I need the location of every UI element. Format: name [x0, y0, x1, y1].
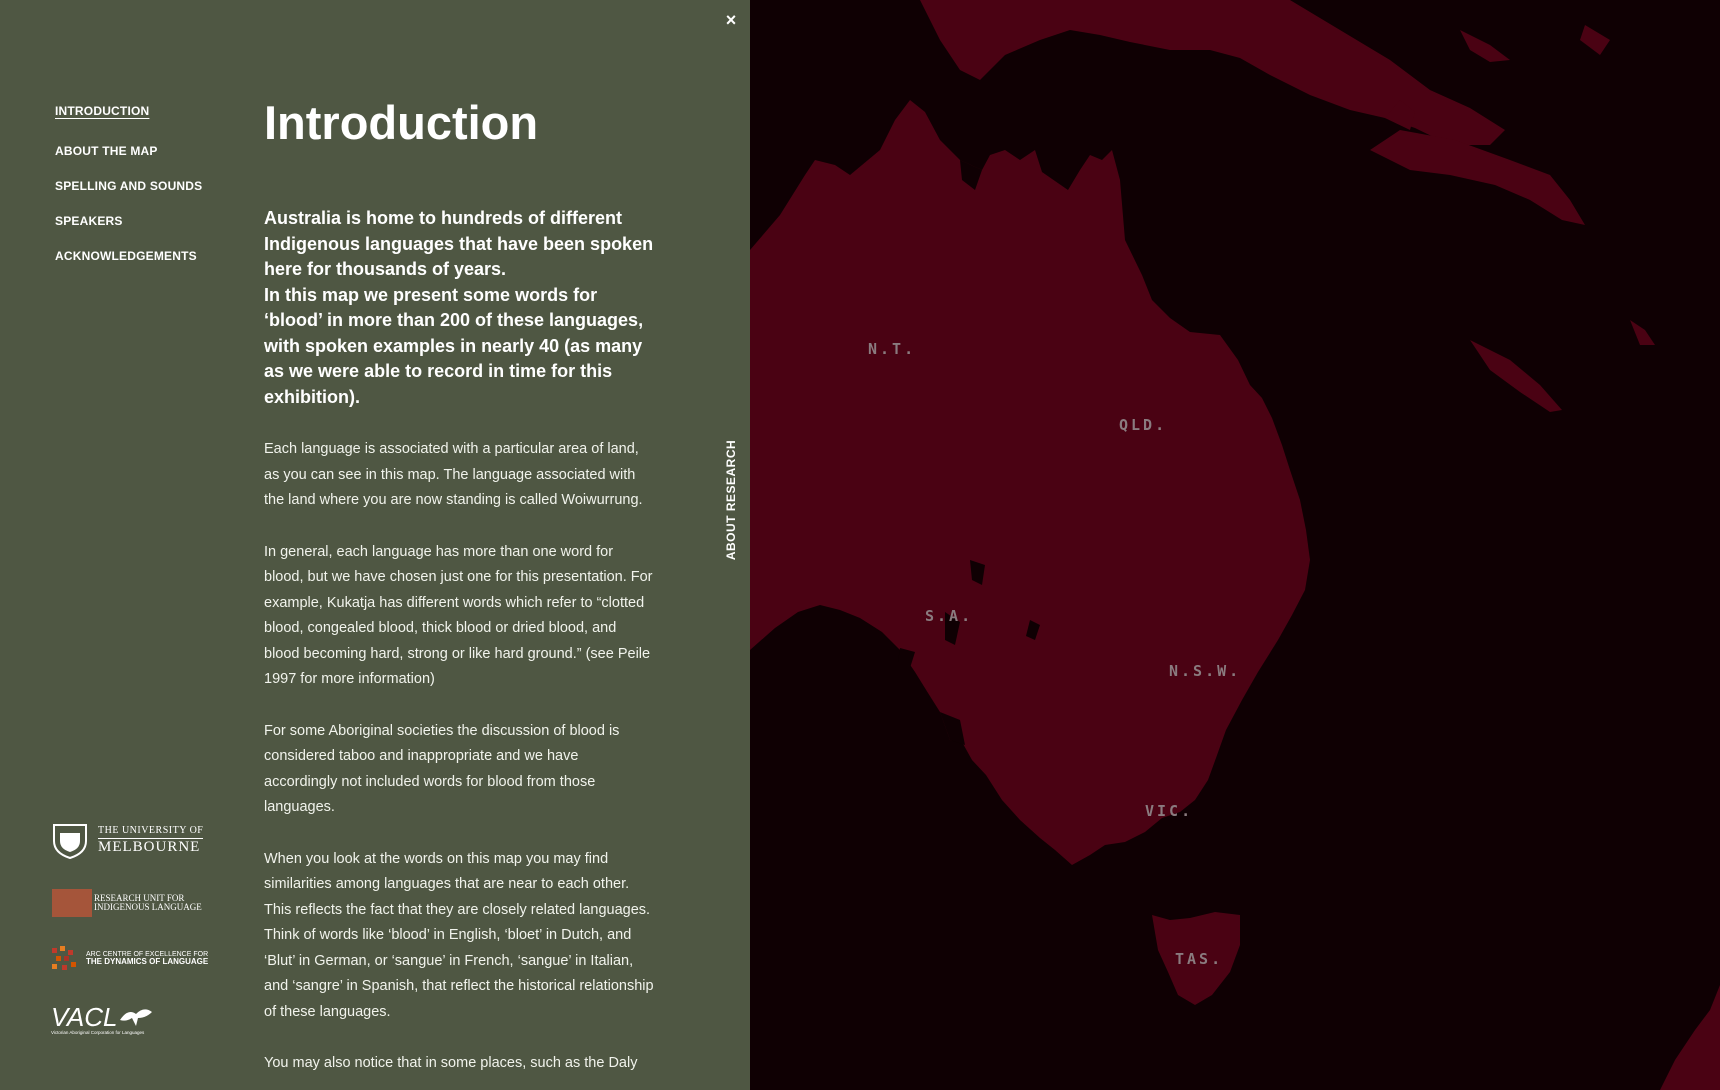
vacl-logo-wordmark: VACL: [51, 1002, 118, 1032]
melbourne-logo-line1: THE UNIVERSITY OF: [98, 824, 204, 836]
body-paragraph: When you look at the words on this map y…: [264, 850, 654, 1020]
about-research-panel: × ABOUT RESEARCH INTRODUCTION ABOUT THE …: [0, 0, 750, 1090]
intro-content: Introduction Australia is home to hundre…: [264, 92, 654, 1090]
state-label-nsw: N.S.W.: [1169, 662, 1242, 680]
state-label-tas: TAS.: [1175, 950, 1224, 968]
map-area[interactable]: N.T. QLD. S.A. N.S.W. VIC. TAS.: [750, 0, 1720, 1090]
close-icon[interactable]: ×: [721, 10, 741, 30]
about-research-tab-label: ABOUT RESEARCH: [724, 439, 738, 561]
vacl-bird-icon: [119, 1009, 152, 1026]
nav-item-acknowledgements[interactable]: ACKNOWLEDGEMENTS: [55, 249, 202, 284]
body-paragraph: You may also notice that in some places,…: [264, 1055, 638, 1071]
about-research-tab[interactable]: ABOUT RESEARCH: [716, 440, 746, 560]
side-nav: INTRODUCTION ABOUT THE MAP SPELLING AND …: [55, 104, 202, 284]
university-of-melbourne-logo[interactable]: THE UNIVERSITY OF MELBOURNE: [50, 823, 204, 859]
lead-paragraph: Australia is home to hundreds of differe…: [264, 208, 654, 279]
nav-item-introduction[interactable]: INTRODUCTION: [55, 104, 202, 139]
state-label-qld: QLD.: [1119, 416, 1168, 434]
research-unit-indigenous-language-logo[interactable]: RESEARCH UNIT FOR INDIGENOUS LANGUAGE: [52, 889, 202, 917]
melbourne-crest-icon: [53, 824, 87, 859]
body-paragraph: In general, each language has more than …: [264, 543, 653, 688]
state-label-vic: VIC.: [1145, 802, 1194, 820]
body-paragraph: Each language is associated with a parti…: [264, 441, 643, 508]
ruil-artwork-icon: [52, 889, 92, 917]
body-paragraph: For some Aboriginal societies the discus…: [264, 722, 620, 816]
ruil-logo-line2: INDIGENOUS LANGUAGE: [94, 902, 202, 912]
melbourne-logo-line2: MELBOURNE: [98, 838, 204, 856]
nav-item-spelling-and-sounds[interactable]: SPELLING AND SOUNDS: [55, 179, 202, 214]
arc-centre-icon: [52, 946, 76, 970]
page-title: Introduction: [264, 96, 539, 149]
vacl-logo-subtitle: Victorian Aboriginal Corporation for Lan…: [51, 1030, 145, 1035]
australia-map[interactable]: [750, 0, 1720, 1090]
arc-logo-line2: THE DYNAMICS OF LANGUAGE: [86, 957, 209, 967]
vacl-logo[interactable]: VACL Victorian Aboriginal Corporation fo…: [51, 1004, 154, 1035]
lead-paragraph: In this map we present some words for ‘b…: [264, 284, 644, 407]
state-label-sa: S.A.: [925, 607, 974, 625]
arc-centre-dynamics-of-language-logo[interactable]: ARC CENTRE OF EXCELLENCE FOR THE DYNAMIC…: [48, 944, 208, 974]
state-label-nt: N.T.: [868, 340, 917, 358]
nav-item-about-the-map[interactable]: ABOUT THE MAP: [55, 144, 202, 179]
nav-item-speakers[interactable]: SPEAKERS: [55, 214, 202, 249]
